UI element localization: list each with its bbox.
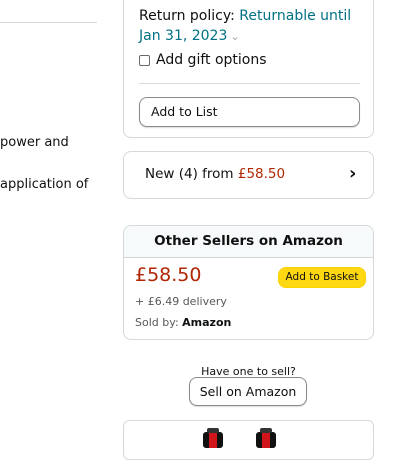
sold-by-label: Sold by:	[135, 316, 183, 329]
new-offers-prefix: New (4) from	[145, 166, 238, 182]
gift-options-label[interactable]: Add gift options	[156, 52, 267, 68]
left-divider	[0, 22, 97, 23]
buy-box: Return policy: Returnable until Jan 31, …	[123, 0, 374, 138]
return-policy-label: Return policy:	[139, 8, 240, 24]
buy-box-divider	[139, 83, 360, 84]
description-line-1: power and	[0, 135, 69, 150]
other-sellers-title: Other Sellers on Amazon	[124, 226, 373, 258]
chevron-down-icon[interactable]: ⌄	[230, 30, 239, 43]
return-policy-link[interactable]: Returnable until	[239, 8, 351, 24]
add-to-basket-button[interactable]: Add to Basket	[278, 267, 366, 288]
delivery-cost: + £6.49 delivery	[135, 295, 227, 308]
return-policy: Return policy: Returnable until Jan 31, …	[139, 6, 364, 47]
other-sellers-card: Other Sellers on Amazon £58.50 Add to Ba…	[123, 225, 374, 340]
seller-price: £58.50	[135, 264, 202, 286]
sold-by-name: Amazon	[182, 316, 232, 329]
sold-by: Sold by: Amazon	[135, 316, 231, 329]
tool-product-icon[interactable]	[252, 428, 280, 448]
gift-options-checkbox-row[interactable]: Add gift options	[139, 52, 267, 68]
description-line-2: application of	[0, 177, 89, 192]
chevron-right-icon[interactable]: ›	[349, 163, 356, 184]
drill-product-icon[interactable]	[199, 428, 227, 448]
gift-options-checkbox[interactable]	[139, 54, 150, 66]
related-products-card	[123, 420, 374, 460]
new-offers-link[interactable]: New (4) from £58.50 ›	[123, 151, 374, 199]
sell-on-amazon-button[interactable]: Sell on Amazon	[189, 377, 307, 406]
new-offers-text[interactable]: New (4) from £58.50	[145, 166, 285, 182]
return-policy-date[interactable]: Jan 31, 2023	[139, 28, 227, 44]
new-offers-price: £58.50	[237, 166, 286, 182]
add-to-list-button[interactable]: Add to List	[139, 97, 360, 127]
